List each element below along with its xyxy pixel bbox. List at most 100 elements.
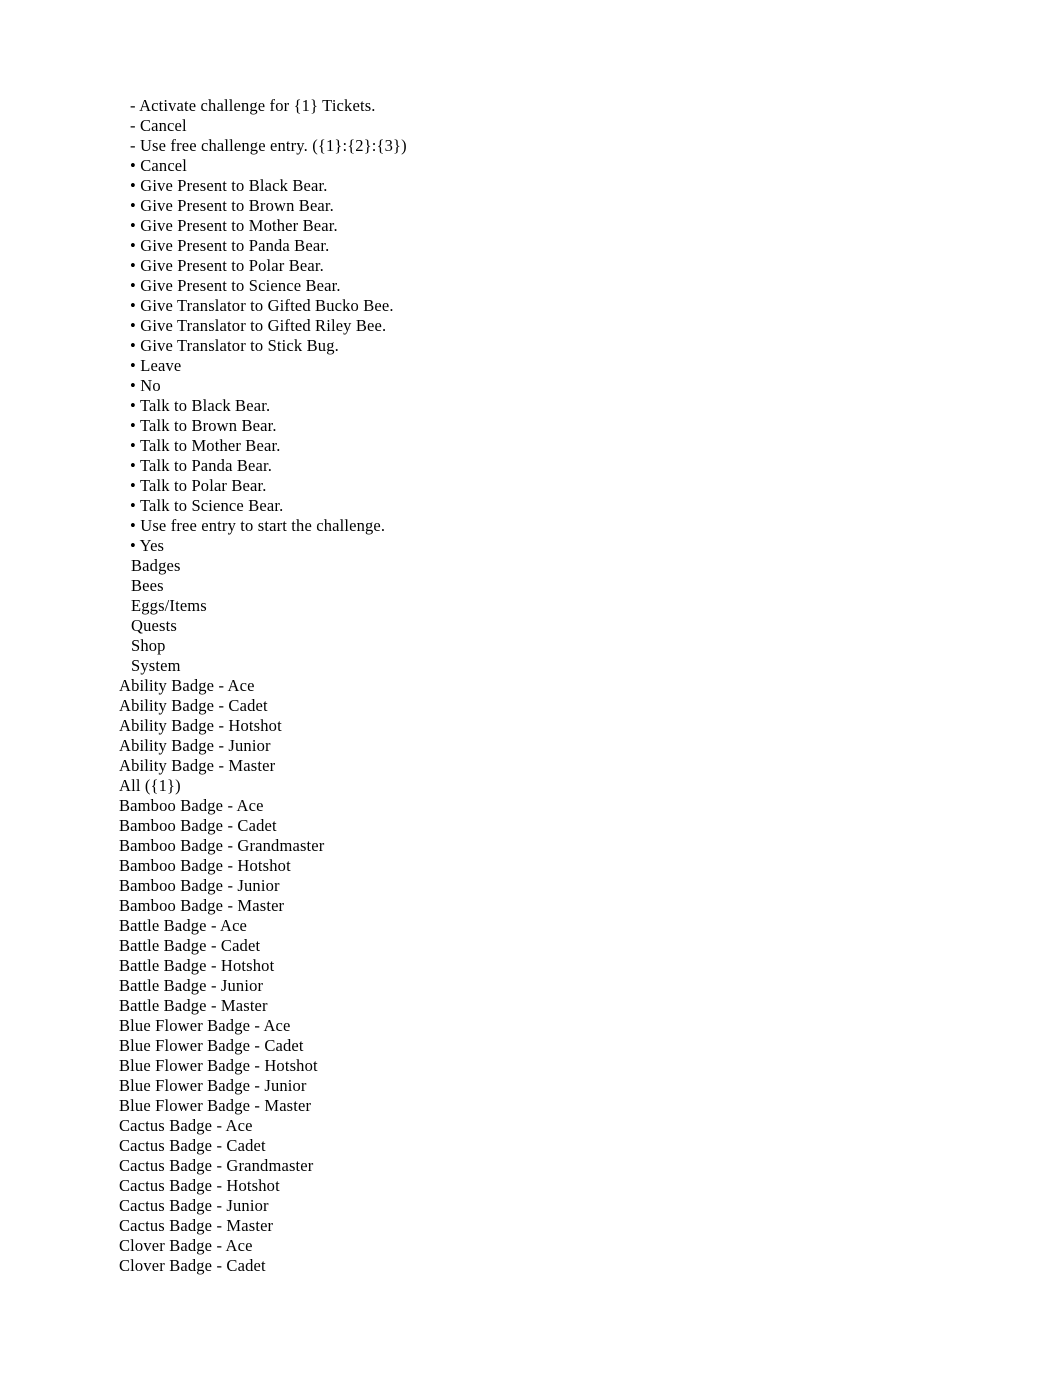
text-line: - Cancel	[119, 116, 999, 136]
text-line: Cactus Badge - Cadet	[119, 1136, 999, 1156]
bullet-marker-icon: •	[130, 536, 136, 555]
text-line: • Give Present to Polar Bear.	[119, 256, 999, 276]
line-text: Blue Flower Badge - Hotshot	[119, 1056, 318, 1075]
bullet-marker-icon: •	[130, 396, 136, 415]
line-text: Blue Flower Badge - Junior	[119, 1076, 307, 1095]
line-text: Quests	[131, 616, 177, 635]
line-text: Give Present to Black Bear.	[140, 176, 328, 195]
document-page: - Activate challenge for {1} Tickets. - C…	[0, 0, 1062, 1377]
bullet-marker-icon: •	[130, 176, 136, 195]
line-text: Bamboo Badge - Junior	[119, 876, 280, 895]
text-line: Bees	[119, 576, 999, 596]
line-text: Use free entry to start the challenge.	[140, 516, 386, 535]
line-text: Ability Badge - Master	[119, 756, 276, 775]
text-line: Clover Badge - Cadet	[119, 1256, 999, 1276]
text-line: Blue Flower Badge - Hotshot	[119, 1056, 999, 1076]
line-text: Clover Badge - Cadet	[119, 1256, 266, 1275]
text-line: • Leave	[119, 356, 999, 376]
line-text: Blue Flower Badge - Cadet	[119, 1036, 304, 1055]
line-text: Talk to Brown Bear.	[139, 416, 277, 435]
text-line: Ability Badge - Junior	[119, 736, 999, 756]
text-line: Shop	[119, 636, 999, 656]
line-text: Give Present to Panda Bear.	[140, 236, 330, 255]
text-line: • Yes	[119, 536, 999, 556]
line-text: Bamboo Badge - Master	[119, 896, 285, 915]
text-line: Cactus Badge - Hotshot	[119, 1176, 999, 1196]
text-line: Ability Badge - Cadet	[119, 696, 999, 716]
text-line: Cactus Badge - Junior	[119, 1196, 999, 1216]
text-line: Ability Badge - Hotshot	[119, 716, 999, 736]
bullet-marker-icon: •	[130, 196, 136, 215]
line-text: Badges	[131, 556, 181, 575]
text-line: Blue Flower Badge - Ace	[119, 1016, 999, 1036]
text-line: Cactus Badge - Ace	[119, 1116, 999, 1136]
line-text: Give Translator to Gifted Bucko Bee.	[140, 296, 394, 315]
bullet-marker-icon: •	[130, 296, 136, 315]
text-line: • Give Present to Panda Bear.	[119, 236, 999, 256]
bullet-marker-icon: •	[130, 356, 136, 375]
text-line: Battle Badge - Ace	[119, 916, 999, 936]
line-text: System	[131, 656, 181, 675]
line-text: Give Translator to Stick Bug.	[140, 336, 339, 355]
line-text: Eggs/Items	[131, 596, 207, 615]
bullet-marker-icon: •	[130, 256, 136, 275]
line-text: Cactus Badge - Cadet	[119, 1136, 266, 1155]
bullet-marker-icon: •	[130, 456, 136, 475]
text-line: • Give Present to Brown Bear.	[119, 196, 999, 216]
text-line: Battle Badge - Junior	[119, 976, 999, 996]
dash-marker-icon: -	[130, 116, 136, 135]
text-line: Bamboo Badge - Grandmaster	[119, 836, 999, 856]
text-line: Battle Badge - Cadet	[119, 936, 999, 956]
bullet-marker-icon: •	[130, 336, 136, 355]
line-text: Cancel	[139, 116, 187, 135]
text-line: • Use free entry to start the challenge.	[119, 516, 999, 536]
text-line: Bamboo Badge - Master	[119, 896, 999, 916]
line-text: Yes	[139, 536, 165, 555]
line-text: Ability Badge - Hotshot	[119, 716, 282, 735]
line-text: Blue Flower Badge - Master	[119, 1096, 312, 1115]
line-text: All ({1})	[119, 776, 181, 795]
dash-marker-icon: -	[130, 136, 136, 155]
text-line: • Talk to Panda Bear.	[119, 456, 999, 476]
line-text: Bamboo Badge - Ace	[119, 796, 264, 815]
line-text: Cactus Badge - Grandmaster	[119, 1156, 314, 1175]
line-text: Bees	[131, 576, 164, 595]
bullet-marker-icon: •	[130, 376, 136, 395]
line-text: Leave	[140, 356, 182, 375]
text-line: Bamboo Badge - Ace	[119, 796, 999, 816]
line-text: Battle Badge - Hotshot	[119, 956, 275, 975]
line-text: Give Present to Science Bear.	[140, 276, 341, 295]
line-text: Talk to Science Bear.	[139, 496, 284, 515]
line-text: Battle Badge - Cadet	[119, 936, 261, 955]
bullet-marker-icon: •	[130, 416, 136, 435]
line-text: Give Translator to Gifted Riley Bee.	[140, 316, 387, 335]
text-line: • Cancel	[119, 156, 999, 176]
text-line: Ability Badge - Ace	[119, 676, 999, 696]
text-line: - Activate challenge for {1} Tickets.	[119, 96, 999, 116]
line-text: Talk to Panda Bear.	[139, 456, 273, 475]
line-text: Talk to Black Bear.	[139, 396, 271, 415]
text-line: • Give Translator to Gifted Riley Bee.	[119, 316, 999, 336]
line-text: Talk to Polar Bear.	[139, 476, 267, 495]
bullet-marker-icon: •	[130, 276, 136, 295]
dash-marker-icon: -	[130, 96, 136, 115]
text-line: Blue Flower Badge - Cadet	[119, 1036, 999, 1056]
line-text: Bamboo Badge - Grandmaster	[119, 836, 325, 855]
bullet-marker-icon: •	[130, 316, 136, 335]
line-text: Cactus Badge - Ace	[119, 1116, 253, 1135]
text-line: • Talk to Polar Bear.	[119, 476, 999, 496]
bullet-marker-icon: •	[130, 236, 136, 255]
text-line: • Give Present to Science Bear.	[119, 276, 999, 296]
bullet-marker-icon: •	[130, 216, 136, 235]
text-line: • Give Translator to Gifted Bucko Bee.	[119, 296, 999, 316]
text-line: Bamboo Badge - Cadet	[119, 816, 999, 836]
text-line: Cactus Badge - Grandmaster	[119, 1156, 999, 1176]
text-line: Badges	[119, 556, 999, 576]
line-text: Ability Badge - Ace	[119, 676, 255, 695]
line-text: Cancel	[140, 156, 188, 175]
text-line: • Talk to Science Bear.	[119, 496, 999, 516]
text-line: • Talk to Mother Bear.	[119, 436, 999, 456]
line-text: Ability Badge - Cadet	[119, 696, 268, 715]
text-line: All ({1})	[119, 776, 999, 796]
bullet-marker-icon: •	[130, 476, 136, 495]
